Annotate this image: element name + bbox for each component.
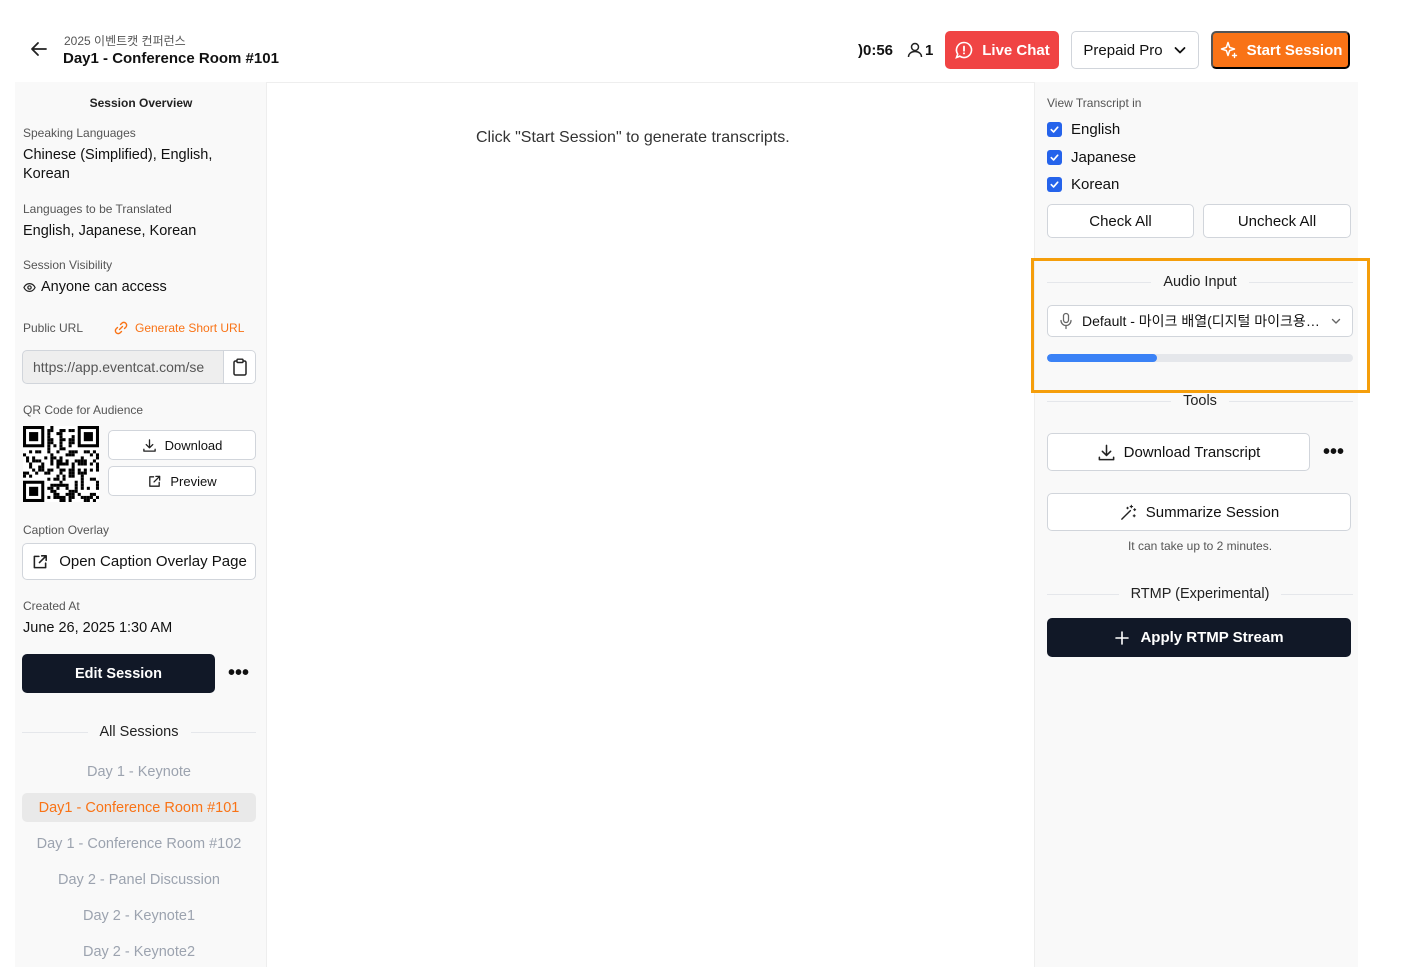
viewer-count: 1	[925, 42, 934, 59]
download-qr-button[interactable]: Download	[108, 430, 256, 460]
speaking-languages-line1: Chinese (Simplified), English,	[23, 147, 213, 163]
generate-short-url-label: Generate Short URL	[135, 321, 245, 335]
checkbox[interactable]	[1047, 150, 1062, 165]
external-link-icon	[149, 475, 161, 487]
check-icon	[1050, 154, 1059, 161]
session-item[interactable]: Day 2 - Keynote1	[22, 901, 256, 930]
check-icon	[1050, 181, 1059, 188]
session-timer: )0:56	[858, 42, 894, 59]
session-overview-panel: Session Overview Speaking Languages Chin…	[15, 82, 267, 967]
preview-qr-label: Preview	[170, 473, 217, 489]
public-url-label: Public URL	[23, 321, 84, 335]
language-name: Korean	[1071, 176, 1120, 193]
top-header: 2025 이벤트캣 컨퍼런스 Day1 - Conference Room #1…	[0, 0, 1402, 82]
more-dots-icon[interactable]: •••	[1323, 442, 1344, 462]
summarize-session-label: Summarize Session	[1145, 503, 1280, 521]
translated-languages-value: English, Japanese, Korean	[23, 223, 197, 239]
view-transcript-label: View Transcript in	[1047, 96, 1142, 110]
start-session-label: Start Session	[1246, 41, 1343, 59]
visibility-label: Session Visibility	[23, 258, 113, 272]
summarize-note: It can take up to 2 minutes.	[1127, 539, 1273, 553]
qr-code-label: QR Code for Audience	[23, 403, 144, 417]
speaking-languages-line2: Korean	[23, 166, 70, 182]
language-name: Japanese	[1071, 149, 1137, 166]
caption-overlay-label: Caption Overlay	[23, 523, 110, 537]
download-qr-label: Download	[164, 437, 223, 453]
public-url-field	[22, 350, 256, 384]
clipboard-icon	[232, 358, 247, 376]
chat-alert-icon	[955, 41, 973, 59]
edit-session-button[interactable]: Edit Session	[22, 654, 215, 693]
live-chat-button[interactable]: Live Chat	[945, 31, 1059, 69]
all-sessions-label: All Sessions	[99, 724, 179, 740]
check-icon	[1050, 126, 1059, 133]
download-transcript-button[interactable]: Download Transcript	[1047, 433, 1310, 471]
download-icon	[1098, 444, 1115, 460]
visibility-value-row: Anyone can access	[23, 278, 167, 297]
rtmp-divider: RTMP (Experimental)	[1047, 586, 1353, 602]
plus-icon	[1115, 630, 1130, 645]
uncheck-all-button[interactable]: Uncheck All	[1203, 204, 1351, 238]
audio-input-highlight	[1031, 258, 1370, 393]
open-caption-overlay-label: Open Caption Overlay Page	[59, 553, 247, 570]
live-chat-label: Live Chat	[982, 41, 1050, 59]
event-name: 2025 이벤트캣 컨퍼런스	[64, 34, 186, 48]
session-item[interactable]: Day1 - Conference Room #101	[22, 793, 256, 822]
link-icon	[114, 321, 128, 335]
sparkle-icon	[1220, 41, 1237, 59]
empty-transcript-message: Click "Start Session" to generate transc…	[476, 129, 790, 146]
uncheck-all-label: Uncheck All	[1237, 212, 1317, 230]
overview-title: Session Overview	[89, 96, 193, 110]
summarize-session-button[interactable]: Summarize Session	[1047, 493, 1351, 531]
check-all-label: Check All	[1089, 212, 1152, 230]
plan-dropdown[interactable]: Prepaid Pro	[1071, 31, 1199, 69]
rtmp-label: RTMP (Experimental)	[1130, 586, 1270, 602]
qr-code	[23, 426, 99, 502]
apply-rtmp-stream-button[interactable]: Apply RTMP Stream	[1047, 618, 1351, 657]
visibility-value: Anyone can access	[41, 279, 167, 295]
transcript-tools-panel: View Transcript in English Japanese Kore…	[1034, 82, 1358, 967]
tools-divider: Tools	[1047, 393, 1354, 409]
edit-session-label: Edit Session	[74, 665, 163, 682]
language-name: English	[1071, 121, 1121, 138]
start-session-button[interactable]: Start Session	[1211, 31, 1350, 69]
session-item[interactable]: Day 2 - Keynote2	[22, 937, 256, 966]
user-icon	[907, 42, 923, 58]
chevron-down-icon	[1174, 47, 1186, 54]
language-checkbox-japanese[interactable]: Japanese	[1047, 149, 1136, 166]
language-checkbox-korean[interactable]: Korean	[1047, 176, 1119, 193]
more-dots-icon[interactable]: •••	[228, 663, 249, 683]
created-at-value: June 26, 2025 1:30 AM	[23, 620, 173, 636]
apply-rtmp-label: Apply RTMP Stream	[1140, 629, 1284, 646]
check-all-button[interactable]: Check All	[1047, 204, 1194, 238]
header-divider	[266, 82, 1034, 83]
magic-wand-icon	[1120, 504, 1136, 520]
language-checkbox-english[interactable]: English	[1047, 121, 1120, 138]
plan-label: Prepaid Pro	[1083, 41, 1163, 59]
speaking-languages-label: Speaking Languages	[23, 126, 136, 140]
checkbox[interactable]	[1047, 177, 1062, 192]
copy-url-button[interactable]	[223, 351, 255, 383]
created-at-label: Created At	[23, 599, 80, 613]
preview-qr-button[interactable]: Preview	[108, 466, 256, 496]
generate-short-url-link[interactable]: Generate Short URL	[113, 320, 244, 336]
session-item[interactable]: Day 1 - Keynote	[22, 757, 256, 786]
checkbox[interactable]	[1047, 122, 1062, 137]
all-sessions-divider: All Sessions	[22, 724, 257, 740]
download-icon	[142, 438, 156, 452]
back-arrow-icon[interactable]	[28, 38, 50, 60]
session-item[interactable]: Day 1 - Conference Room #102	[22, 829, 256, 858]
open-caption-overlay-button[interactable]: Open Caption Overlay Page	[22, 543, 256, 580]
download-transcript-label: Download Transcript	[1123, 443, 1261, 461]
tools-label: Tools	[1183, 393, 1217, 409]
eye-icon	[23, 282, 36, 293]
session-item[interactable]: Day 2 - Panel Discussion	[22, 865, 256, 894]
page-title: Day1 - Conference Room #101	[63, 50, 279, 67]
translated-languages-label: Languages to be Translated	[23, 202, 172, 216]
external-link-icon	[33, 554, 48, 568]
public-url-input[interactable]	[23, 351, 223, 383]
